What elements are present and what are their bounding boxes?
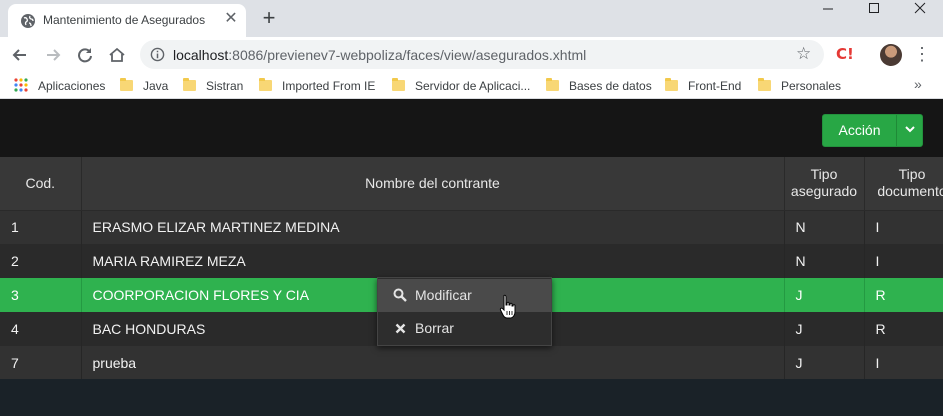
chevron-down-icon[interactable]: [897, 115, 923, 146]
folder-icon: [392, 78, 405, 91]
header-tipo-asegurado[interactable]: Tipo asegurado: [784, 157, 865, 211]
globe-icon: [21, 14, 35, 28]
asegurados-table: Cod. Nombre del contrante Tipo asegurado …: [0, 157, 943, 380]
cell-tipo-documento: I: [864, 346, 943, 380]
bookmark-imported[interactable]: Imported From IE: [259, 77, 375, 95]
extension-icon[interactable]: C!: [836, 45, 854, 63]
action-button-label[interactable]: Acción: [823, 115, 896, 146]
new-tab-button[interactable]: +: [257, 7, 281, 31]
table-row[interactable]: 1 ERASMO ELIZAR MARTINEZ MEDINA N I: [0, 210, 943, 244]
folder-icon: [183, 78, 196, 91]
cell-cod: 1: [0, 210, 82, 244]
header-cod[interactable]: Cod.: [0, 157, 82, 211]
table-row[interactable]: 2 MARIA RAMIREZ MEZA N I: [0, 244, 943, 278]
menu-item-borrar[interactable]: Borrar: [378, 312, 551, 345]
cell-cod: 7: [0, 346, 82, 380]
cell-tipo-documento: I: [864, 244, 943, 278]
close-tab-icon[interactable]: ✕: [222, 10, 240, 28]
folder-icon: [758, 78, 771, 91]
forward-arrow-icon[interactable]: [39, 41, 67, 69]
url-text: localhost:8086/previenev7-webpoliza/face…: [173, 47, 586, 63]
header-line: Tipo: [898, 166, 926, 183]
info-icon[interactable]: [150, 47, 165, 62]
bookmark-bases[interactable]: Bases de datos: [546, 77, 652, 95]
url-path: :8086/previenev7-webpoliza/faces/view/as…: [228, 47, 587, 63]
header-line: documento: [877, 183, 943, 200]
bookmark-label: Bases de datos: [569, 79, 652, 93]
bookmark-label: Aplicaciones: [38, 79, 106, 93]
action-split-button[interactable]: Acción: [822, 114, 923, 147]
url-host: localhost: [173, 47, 229, 63]
folder-icon: [120, 78, 133, 91]
menu-item-label: Modificar: [415, 287, 472, 303]
cell-nombre: prueba: [81, 346, 785, 380]
bookmarks-bar: Aplicaciones Java Sistran Imported From …: [0, 72, 943, 99]
header-nombre[interactable]: Nombre del contrante: [81, 157, 785, 211]
page-background: [0, 379, 943, 416]
minimize-icon[interactable]: [805, 0, 851, 32]
bookmark-label: Imported From IE: [282, 79, 376, 93]
bookmark-java[interactable]: Java: [120, 77, 168, 95]
hand-cursor-icon: [499, 294, 516, 319]
avatar[interactable]: [880, 44, 902, 66]
cell-tipo-asegurado: J: [784, 346, 865, 380]
more-bookmarks-icon[interactable]: »: [914, 76, 922, 92]
bookmark-servidor[interactable]: Servidor de Aplicaci...: [392, 77, 530, 95]
cell-tipo-documento: R: [864, 312, 943, 346]
header-line: Tipo: [810, 166, 838, 183]
close-icon: [392, 312, 408, 345]
reload-icon[interactable]: [71, 41, 99, 69]
cell-nombre: ERASMO ELIZAR MARTINEZ MEDINA: [81, 210, 785, 244]
bookmark-label: Servidor de Aplicaci...: [415, 79, 531, 93]
header-line: asegurado: [790, 183, 858, 200]
folder-icon: [546, 78, 559, 91]
browser-toolbar: localhost:8086/previenev7-webpoliza/face…: [0, 37, 943, 72]
search-icon: [392, 279, 408, 312]
address-bar[interactable]: localhost:8086/previenev7-webpoliza/face…: [140, 40, 824, 69]
maximize-icon[interactable]: [851, 0, 897, 32]
bookmark-personales[interactable]: Personales: [758, 77, 841, 95]
bookmark-apps[interactable]: Aplicaciones: [14, 77, 105, 95]
table-row[interactable]: 7 prueba J I: [0, 346, 943, 380]
cell-cod: 4: [0, 312, 82, 346]
kebab-menu-icon[interactable]: ⋮: [912, 43, 932, 67]
bookmark-sistran[interactable]: Sistran: [183, 77, 243, 95]
star-icon[interactable]: ☆: [796, 45, 811, 63]
cell-cod: 2: [0, 244, 82, 278]
menu-item-label: Borrar: [415, 320, 454, 336]
folder-icon: [259, 78, 272, 91]
cell-tipo-asegurado: J: [784, 278, 865, 312]
back-arrow-icon[interactable]: [6, 41, 34, 69]
menu-item-modificar[interactable]: Modificar: [378, 279, 551, 312]
cell-tipo-asegurado: J: [784, 312, 865, 346]
app-toolbar: Acción: [0, 99, 943, 157]
context-menu: Modificar Borrar: [377, 277, 552, 346]
bookmark-label: Personales: [781, 79, 842, 93]
cell-cod: 3: [0, 278, 82, 312]
bookmark-frontend[interactable]: Front-End: [665, 77, 741, 95]
cell-tipo-documento: R: [864, 278, 943, 312]
tab-strip: Mantenimiento de Asegurados ✕ +: [0, 0, 943, 37]
header-tipo-documento[interactable]: Tipo documento: [864, 157, 943, 211]
cell-nombre: MARIA RAMIREZ MEZA: [81, 244, 785, 278]
table-header-row: Cod. Nombre del contrante Tipo asegurado …: [0, 157, 943, 211]
bookmark-label: Sistran: [206, 79, 244, 93]
cell-tipo-documento: I: [864, 210, 943, 244]
cell-tipo-asegurado: N: [784, 210, 865, 244]
bookmark-label: Java: [143, 79, 169, 93]
folder-icon: [665, 78, 678, 91]
apps-grid-icon: [14, 78, 28, 92]
home-icon[interactable]: [103, 41, 131, 69]
bookmark-label: Front-End: [688, 79, 742, 93]
browser-tab[interactable]: Mantenimiento de Asegurados ✕: [8, 4, 246, 37]
tab-title: Mantenimiento de Asegurados: [43, 13, 206, 27]
cell-tipo-asegurado: N: [784, 244, 865, 278]
close-window-icon[interactable]: [897, 0, 943, 32]
